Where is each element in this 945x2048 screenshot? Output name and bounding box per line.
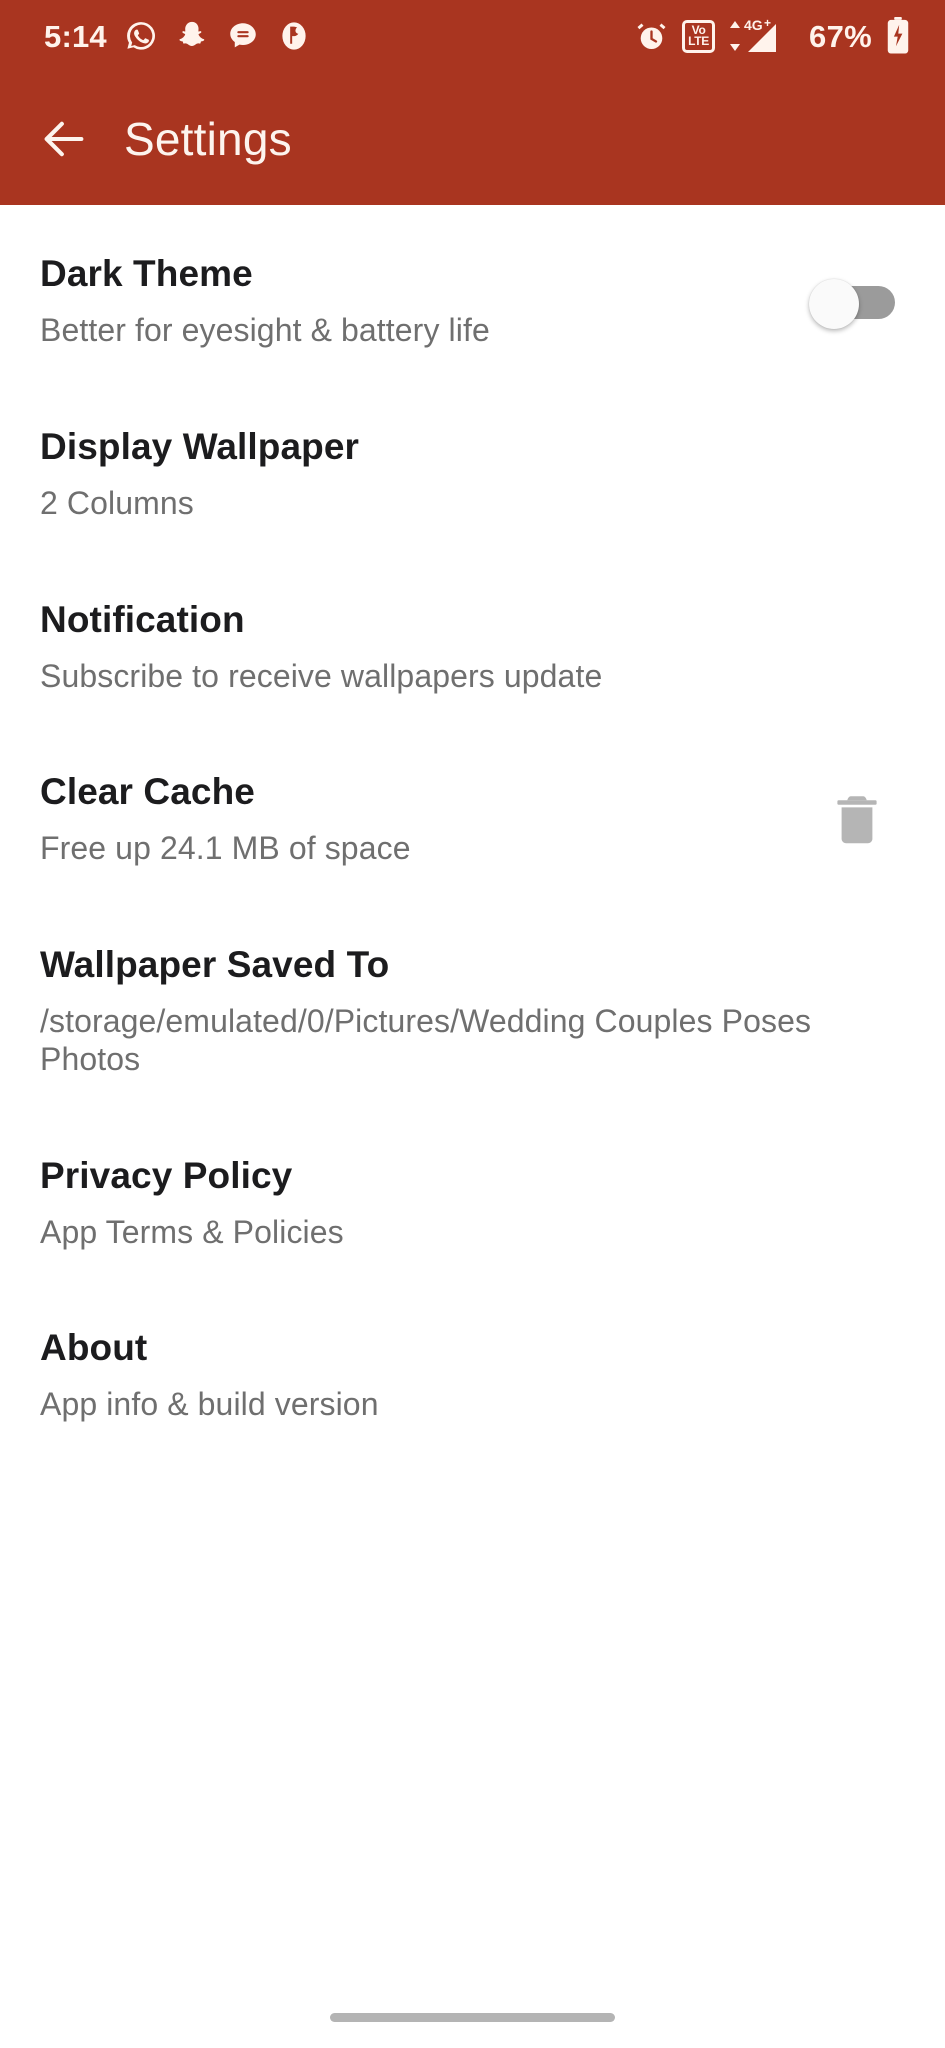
row-title: Privacy Policy	[40, 1154, 293, 1196]
svg-text:+: +	[764, 16, 771, 30]
home-gesture-pill[interactable]	[330, 2012, 615, 2022]
alarm-icon	[637, 23, 666, 49]
row-text: About App info & build version	[40, 1329, 905, 1424]
settings-row-privacy-policy[interactable]: Privacy Policy App Terms & Policies	[0, 1079, 945, 1252]
volte-icon: Vo LTE	[682, 19, 716, 53]
snapchat-icon	[179, 21, 205, 46]
battery-percent-label: 67%	[809, 18, 872, 54]
settings-row-notification[interactable]: Notification Subscribe to receive wallpa…	[0, 523, 945, 696]
row-title: About	[40, 1327, 148, 1369]
app-notification-icon	[282, 22, 306, 50]
toggle-thumb	[809, 279, 859, 330]
row-text: Privacy Policy App Terms & Policies	[40, 1157, 905, 1252]
row-accessory	[809, 279, 905, 330]
row-subtitle: Subscribe to receive wallpapers update	[40, 657, 603, 694]
trash-icon[interactable]	[833, 790, 881, 852]
message-icon	[230, 23, 256, 48]
row-title: Display Wallpaper	[40, 425, 360, 467]
volte-bottom: LTE	[688, 34, 709, 48]
row-text: Display Wallpaper 2 Columns	[40, 428, 905, 523]
page-title: Settings	[124, 112, 292, 165]
svg-text:4G: 4G	[744, 17, 763, 33]
row-subtitle: Better for eyesight & battery life	[40, 312, 490, 348]
row-text: Dark Theme Better for eyesight & battery…	[40, 255, 809, 350]
row-subtitle: App info & build version	[40, 1386, 379, 1423]
row-text: Wallpaper Saved To /storage/emulated/0/P…	[40, 946, 905, 1079]
settings-row-clear-cache[interactable]: Clear Cache Free up 24.1 MB of space	[0, 695, 945, 868]
settings-row-about[interactable]: About App info & build version	[0, 1251, 945, 1424]
settings-row-wallpaper-saved-to[interactable]: Wallpaper Saved To /storage/emulated/0/P…	[0, 868, 945, 1079]
settings-screen: 5:14 Vo LTE 4G + 67% Settings Dark Theme…	[0, 0, 945, 2048]
settings-list: Dark Theme Better for eyesight & battery…	[0, 205, 945, 1424]
back-button[interactable]	[36, 111, 92, 167]
app-bar: Settings	[0, 72, 945, 205]
signal-4g-plus-icon: 4G +	[730, 16, 777, 52]
row-title: Wallpaper Saved To	[40, 944, 390, 985]
row-text: Notification Subscribe to receive wallpa…	[40, 601, 905, 696]
row-subtitle: Free up 24.1 MB of space	[40, 830, 411, 867]
row-text: Clear Cache Free up 24.1 MB of space	[40, 773, 809, 868]
arrow-back-icon	[44, 121, 84, 156]
status-bar-left: 5:14	[44, 19, 311, 53]
row-subtitle: 2 Columns	[40, 484, 194, 521]
system-navigation-bar	[0, 1986, 945, 2048]
status-bar-right: Vo LTE 4G + 67%	[634, 16, 911, 56]
battery-charging-icon	[887, 17, 909, 54]
settings-row-dark-theme[interactable]: Dark Theme Better for eyesight & battery…	[0, 205, 945, 350]
status-bar-clock: 5:14	[44, 18, 107, 54]
status-bar: 5:14 Vo LTE 4G + 67%	[0, 0, 945, 72]
row-accessory	[809, 790, 905, 852]
row-subtitle: App Terms & Policies	[40, 1213, 344, 1250]
row-title: Notification	[40, 598, 245, 640]
dark-theme-toggle[interactable]	[809, 279, 897, 330]
row-title: Clear Cache	[40, 771, 255, 813]
whatsapp-icon	[126, 22, 155, 50]
settings-row-display-wallpaper[interactable]: Display Wallpaper 2 Columns	[0, 350, 945, 523]
row-title: Dark Theme	[40, 253, 253, 294]
row-subtitle: /storage/emulated/0/Pictures/Wedding Cou…	[40, 1003, 812, 1077]
